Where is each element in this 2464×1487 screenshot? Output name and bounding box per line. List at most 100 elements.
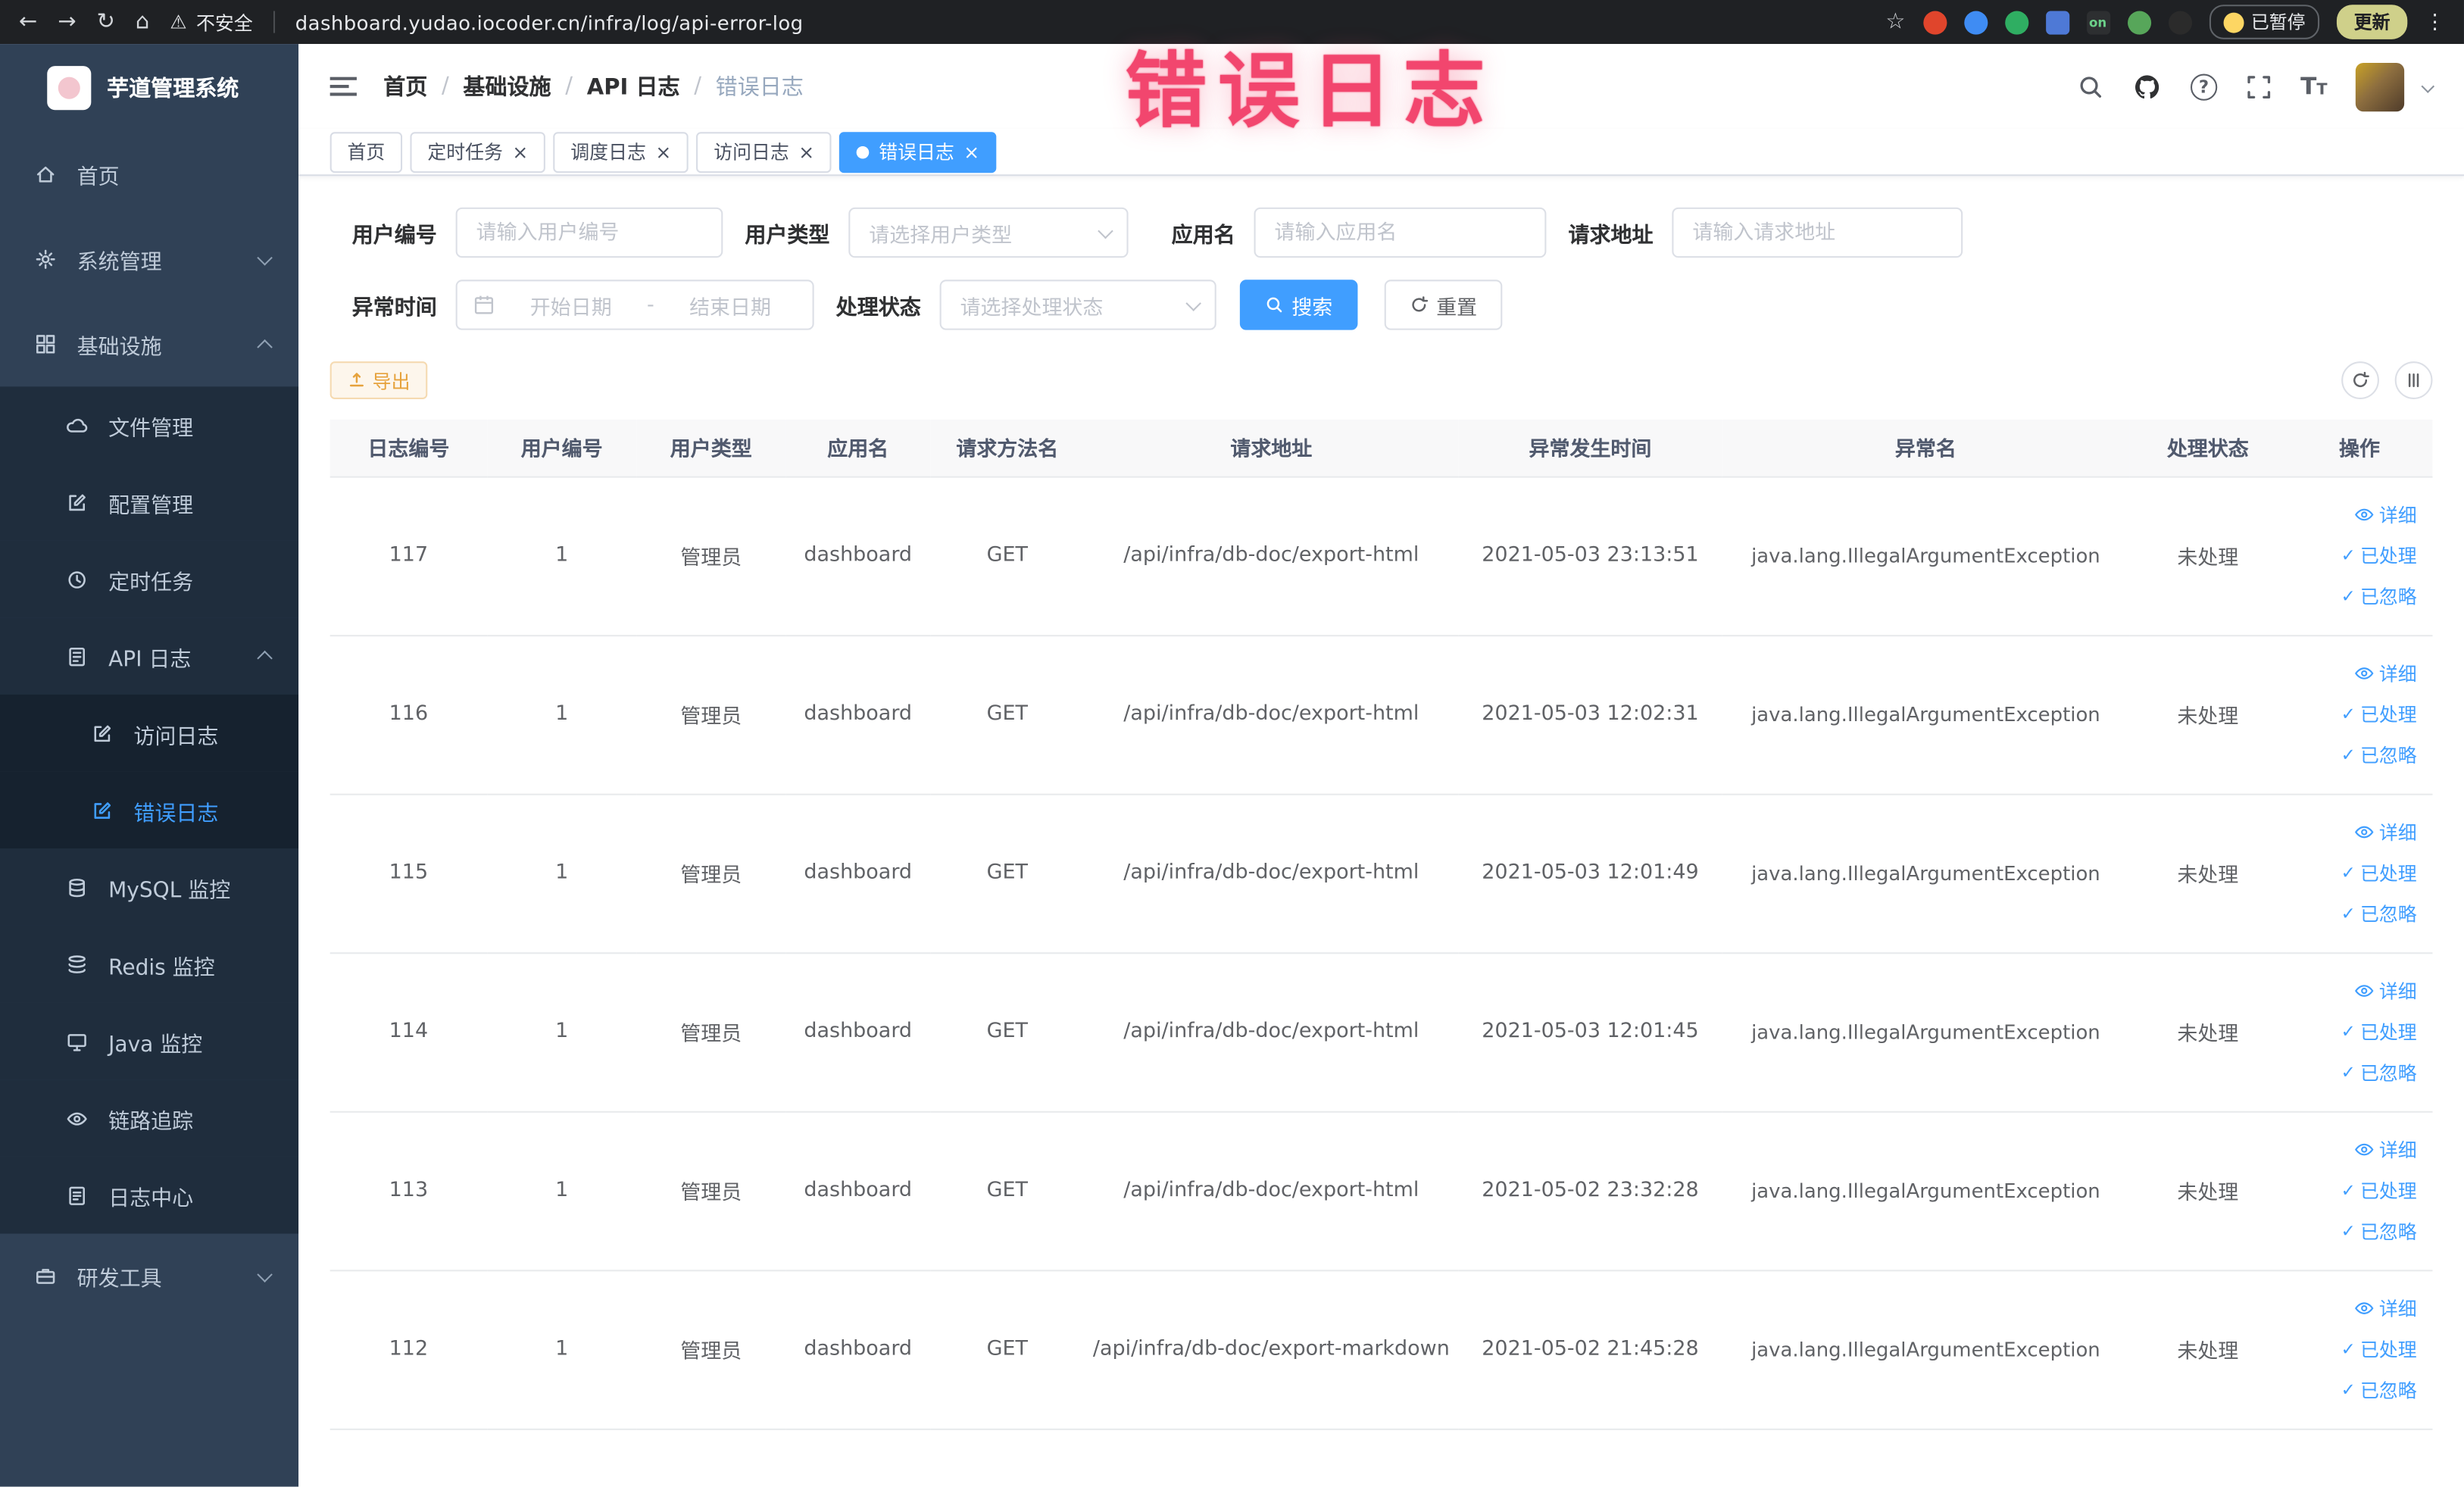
fullscreen-icon[interactable] [2245,73,2272,99]
request-url-input[interactable] [1672,207,1963,258]
row-actions: 详细 ✓ 已处理 ✓ 已忽略 [2286,1111,2433,1271]
refresh-table-button[interactable] [2341,361,2379,399]
detail-link[interactable]: 详细 [2287,812,2417,853]
ignored-link[interactable]: ✓ 已忽略 [2287,893,2417,934]
extension-icon-blue[interactable] [1963,10,1988,34]
sidebar-item-error-log[interactable]: 错误日志 [0,771,299,849]
user-id-input[interactable] [455,207,723,258]
tab-dispatch-log[interactable]: 调度日志 × [553,131,689,173]
detail-link[interactable]: 详细 [2287,653,2417,694]
font-size-icon[interactable]: TT [2300,74,2327,98]
ignored-link[interactable]: ✓ 已忽略 [2287,1211,2417,1251]
breadcrumb-home[interactable]: 首页 [383,70,427,102]
extension-icon-leaf[interactable] [2126,10,2151,34]
app-logo[interactable]: 芋道管理系统 [0,44,298,132]
sidebar-item-api-log[interactable]: API 日志 [0,617,299,695]
extension-icon-switch-on[interactable]: on [2086,10,2110,34]
processed-link[interactable]: ✓ 已处理 [2287,1170,2417,1211]
breadcrumb-current: 错误日志 [715,75,804,101]
user-type-select[interactable]: 请选择用户类型 [848,207,1129,258]
access-log-icon [94,724,111,742]
export-button[interactable]: 导出 [329,361,428,399]
reset-button[interactable]: 重置 [1384,280,1503,330]
paused-pill-button[interactable]: 已暂停 [2208,5,2320,39]
search-icon[interactable] [2077,73,2103,99]
bookmark-star-icon[interactable]: ☆ [1885,11,1905,33]
app-name-input[interactable] [1254,207,1547,258]
tab-home[interactable]: 首页 [329,131,403,173]
update-button[interactable]: 更新 [2336,5,2408,39]
tab-error-log[interactable]: 错误日志 × [839,131,997,173]
extension-icon-paw[interactable] [2167,10,2192,34]
sidebar-item-system[interactable]: 系统管理 [0,217,298,301]
check-icon: ✓ [2341,902,2356,923]
sidebar-item-config-manage[interactable]: 配置管理 [0,464,299,541]
sidebar-item-java[interactable]: Java 监控 [0,1002,299,1080]
avatar[interactable] [2355,61,2405,111]
close-icon[interactable]: × [798,142,814,161]
ignored-link[interactable]: ✓ 已忽略 [2287,576,2417,617]
process-status-select[interactable]: 请选择处理状态 [939,280,1216,330]
processed-link[interactable]: ✓ 已处理 [2287,694,2417,735]
sidebar-item-trace[interactable]: 链路追踪 [0,1079,299,1157]
sidebar-toggle-icon[interactable] [329,77,357,96]
breadcrumb-infra[interactable]: 基础设施 [463,70,551,102]
detail-link[interactable]: 详细 [2287,494,2417,535]
schedule-clock-icon [68,570,86,588]
row-actions: 详细 ✓ 已处理 ✓ 已忽略 [2286,1270,2433,1429]
start-date-placeholder: 开始日期 [529,296,612,320]
breadcrumb-api-log[interactable]: API 日志 [587,70,680,102]
table-row: 113 1 管理员 dashboard GET /api/infra/db-do… [329,1111,2433,1271]
processed-link[interactable]: ✓ 已处理 [2287,1011,2417,1052]
ignored-link[interactable]: ✓ 已忽略 [2287,1052,2417,1093]
sidebar-item-redis[interactable]: Redis 监控 [0,925,299,1003]
processed-link[interactable]: ✓ 已处理 [2287,535,2417,576]
refresh-icon [2353,371,2369,387]
sidebar-item-access-log[interactable]: 访问日志 [0,694,299,772]
forward-icon[interactable]: → [58,11,76,33]
detail-link[interactable]: 详细 [2287,1129,2417,1170]
chevron-down-icon[interactable] [2421,80,2435,93]
github-icon[interactable] [2132,71,2162,101]
browser-menu-icon[interactable]: ⋮ [2425,10,2445,33]
ignored-link[interactable]: ✓ 已忽略 [2287,735,2417,776]
row-actions: 详细 ✓ 已处理 ✓ 已忽略 [2286,476,2433,636]
sidebar-item-file-manage[interactable]: 文件管理 [0,386,299,464]
extension-icon-green[interactable] [2004,10,2028,34]
chevron-down-icon [1098,222,1113,239]
chevron-up-icon [257,339,273,355]
back-icon[interactable]: ← [19,11,37,33]
sidebar-item-schedule[interactable]: 定时任务 [0,540,299,618]
sidebar-item-home[interactable]: 首页 [0,132,298,217]
sidebar-item-infra[interactable]: 基础设施 [0,301,298,386]
reload-icon[interactable]: ↻ [97,11,115,33]
close-icon[interactable]: × [963,142,979,161]
sidebar-item-devtools[interactable]: 研发工具 [0,1234,298,1319]
detail-link[interactable]: 详细 [2287,1288,2417,1329]
processed-link[interactable]: ✓ 已处理 [2287,1329,2417,1370]
extension-icon-grid[interactable] [2045,10,2069,34]
browser-home-icon[interactable]: ⌂ [136,11,149,33]
close-icon[interactable]: × [655,142,671,161]
help-icon[interactable]: ? [2190,73,2218,100]
date-range-picker[interactable]: 开始日期 - 结束日期 [455,280,814,330]
ignored-link[interactable]: ✓ 已忽略 [2287,1370,2417,1410]
check-icon: ✓ [2341,744,2356,765]
security-indicator[interactable]: ⚠ 不安全 [170,8,252,35]
request-url-label: 请求地址 [1568,223,1654,248]
sidebar-item-log-center[interactable]: 日志中心 [0,1156,299,1234]
app-title: 芋道管理系统 [107,77,239,102]
sidebar-item-mysql[interactable]: MySQL 监控 [0,848,299,926]
processed-link[interactable]: ✓ 已处理 [2287,852,2417,893]
tab-access-log[interactable]: 访问日志 × [696,131,832,173]
extension-icon-red[interactable] [1922,10,1947,34]
check-icon: ✓ [2341,1179,2356,1200]
detail-link[interactable]: 详细 [2287,970,2417,1011]
search-button[interactable]: 搜索 [1239,280,1358,330]
user-id-label: 用户编号 [351,223,437,248]
column-settings-button[interactable] [2394,361,2433,399]
download-icon [349,373,364,387]
close-icon[interactable]: × [512,142,528,161]
tab-schedule[interactable]: 定时任务 × [410,131,546,173]
url-text[interactable]: dashboard.yudao.iocoder.cn/infra/log/api… [295,10,804,33]
